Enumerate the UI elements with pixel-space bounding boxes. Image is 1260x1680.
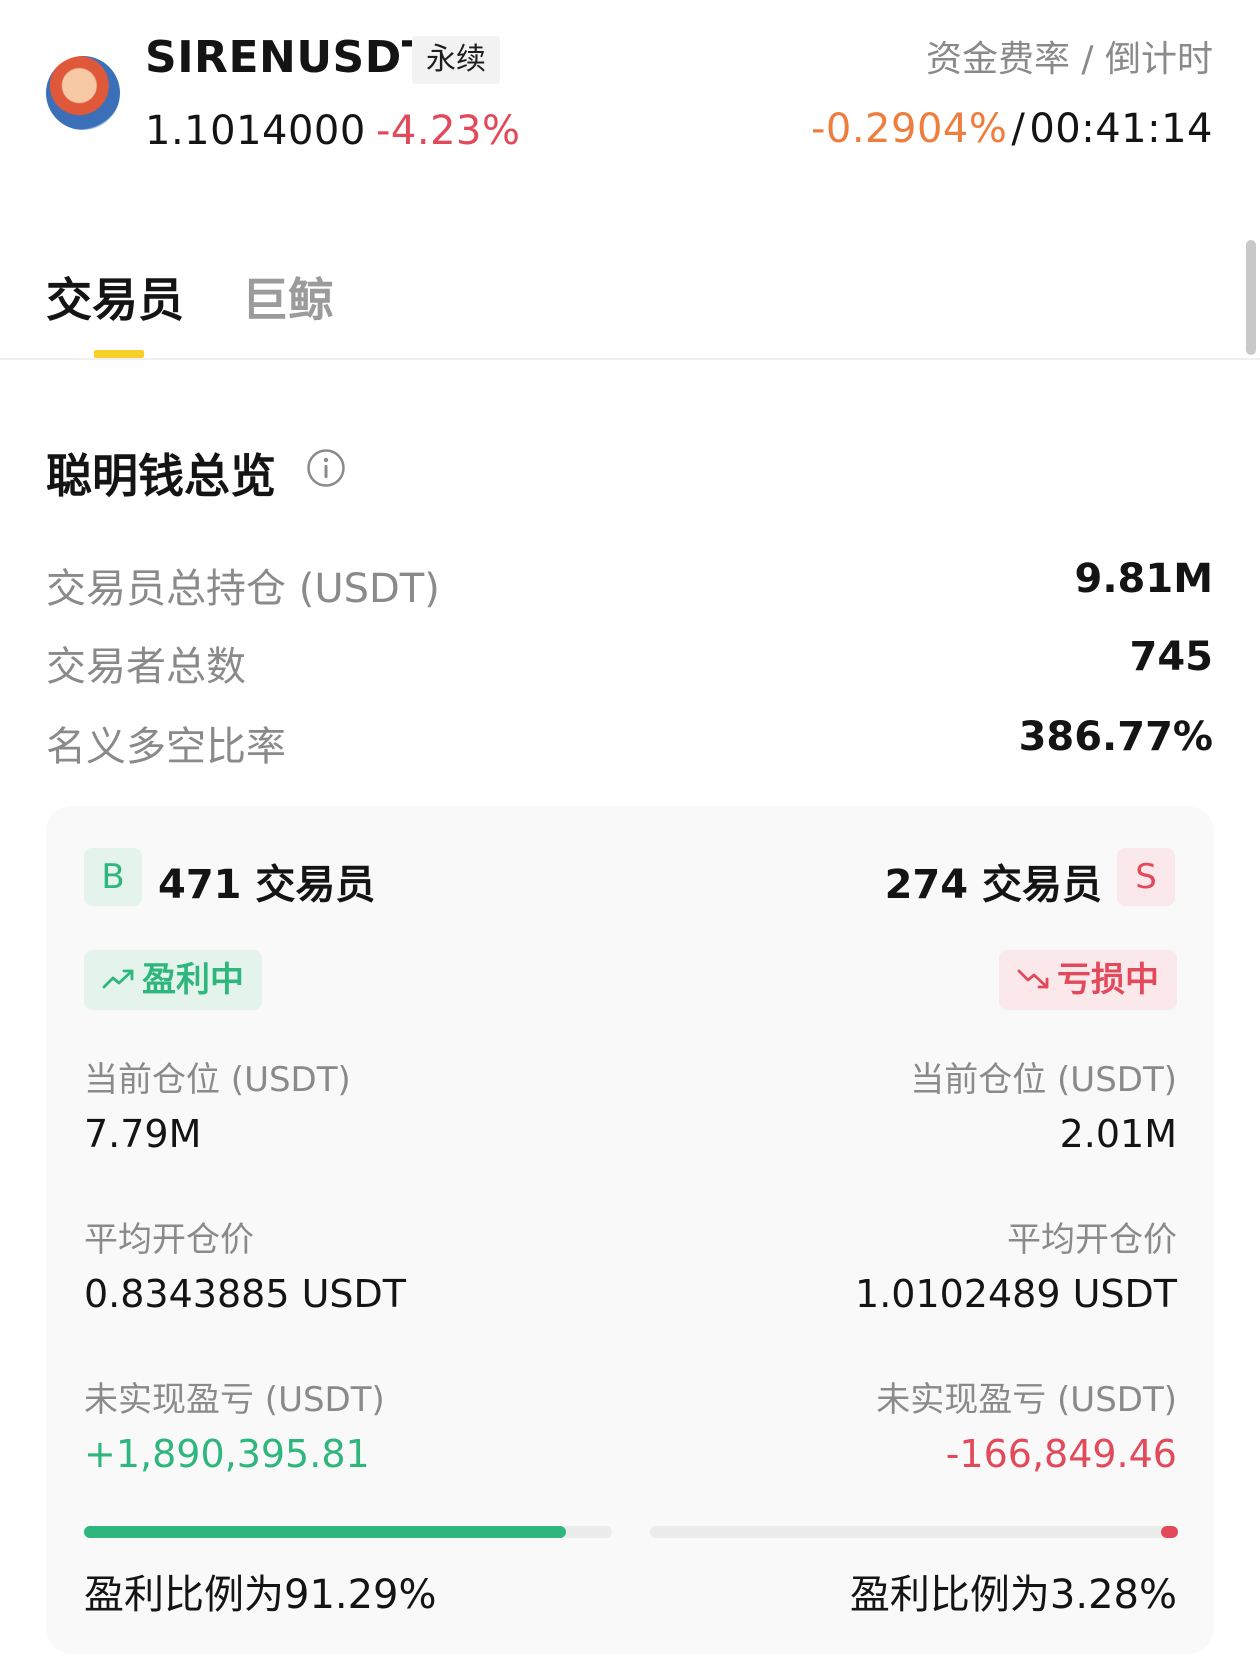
profit-status-label: 盈利中 [142, 960, 244, 1000]
overview-title: 聪明钱总览 [46, 449, 276, 503]
scrollbar[interactable] [1246, 240, 1256, 355]
stat-value-trader-count: 745 [1129, 634, 1214, 680]
buy-badge: B [84, 848, 142, 906]
last-price: 1.1014000 [145, 108, 366, 154]
long-profit-ratio-text: 盈利比例为91.29% [84, 1572, 437, 1618]
loss-status-label: 亏损中 [1057, 960, 1159, 1000]
funding-separator: / [1011, 106, 1026, 152]
long-position-label: 当前仓位 (USDT) [84, 1060, 351, 1100]
trend-up-icon [102, 969, 134, 988]
stat-label-long-short-ratio: 名义多空比率 [46, 724, 286, 770]
short-profit-ratio-text: 盈利比例为3.28% [849, 1572, 1177, 1618]
short-profit-progress-bar [650, 1526, 1178, 1538]
short-trader-count: 274 交易员 [884, 862, 1102, 908]
stat-value-total-position: 9.81M [1074, 556, 1214, 602]
long-position-value: 7.79M [84, 1112, 202, 1156]
stat-value-long-short-ratio: 386.77% [1018, 714, 1213, 760]
info-icon[interactable] [306, 448, 346, 488]
short-pnl-label: 未实现盈亏 (USDT) [876, 1380, 1177, 1420]
contract-type-tag: 永续 [412, 36, 500, 84]
profit-status-badge: 盈利中 [84, 950, 262, 1010]
funding-label: 资金费率 / 倒计时 [925, 39, 1213, 80]
tab-divider [0, 358, 1260, 360]
long-avg-price-label: 平均开仓价 [84, 1220, 254, 1260]
short-position-value: 2.01M [1059, 1112, 1177, 1156]
long-avg-price-value: 0.8343885 USDT [84, 1272, 406, 1316]
long-trader-count: 471 交易员 [158, 862, 376, 908]
long-profit-progress-fill [84, 1526, 566, 1538]
funding-rate: -0.2904% [810, 106, 1008, 152]
active-tab-indicator [94, 350, 144, 358]
price-change: -4.23% [376, 108, 521, 154]
symbol-title[interactable]: SIRENUSDT [145, 32, 432, 83]
token-avatar-icon[interactable] [46, 56, 120, 130]
long-pnl-label: 未实现盈亏 (USDT) [84, 1380, 385, 1420]
stat-label-trader-count: 交易者总数 [46, 644, 246, 690]
short-avg-price-label: 平均开仓价 [1007, 1220, 1177, 1260]
short-avg-price-value: 1.0102489 USDT [855, 1272, 1177, 1316]
stat-label-total-position: 交易员总持仓 (USDT) [46, 566, 440, 612]
short-pnl-value: -166,849.46 [945, 1432, 1177, 1476]
short-position-label: 当前仓位 (USDT) [910, 1060, 1177, 1100]
long-profit-progress-bar [84, 1526, 612, 1538]
trend-down-icon [1017, 969, 1049, 988]
short-profit-progress-fill [1160, 1526, 1178, 1538]
sell-badge: S [1117, 848, 1175, 906]
funding-value: -0.2904%/00:41:14 [811, 106, 1213, 152]
tab-traders[interactable]: 交易员 [46, 264, 184, 330]
tab-whales[interactable]: 巨鲸 [242, 264, 334, 330]
loss-status-badge: 亏损中 [999, 950, 1177, 1010]
funding-countdown: 00:41:14 [1029, 106, 1213, 152]
long-pnl-value: +1,890,395.81 [84, 1432, 370, 1476]
